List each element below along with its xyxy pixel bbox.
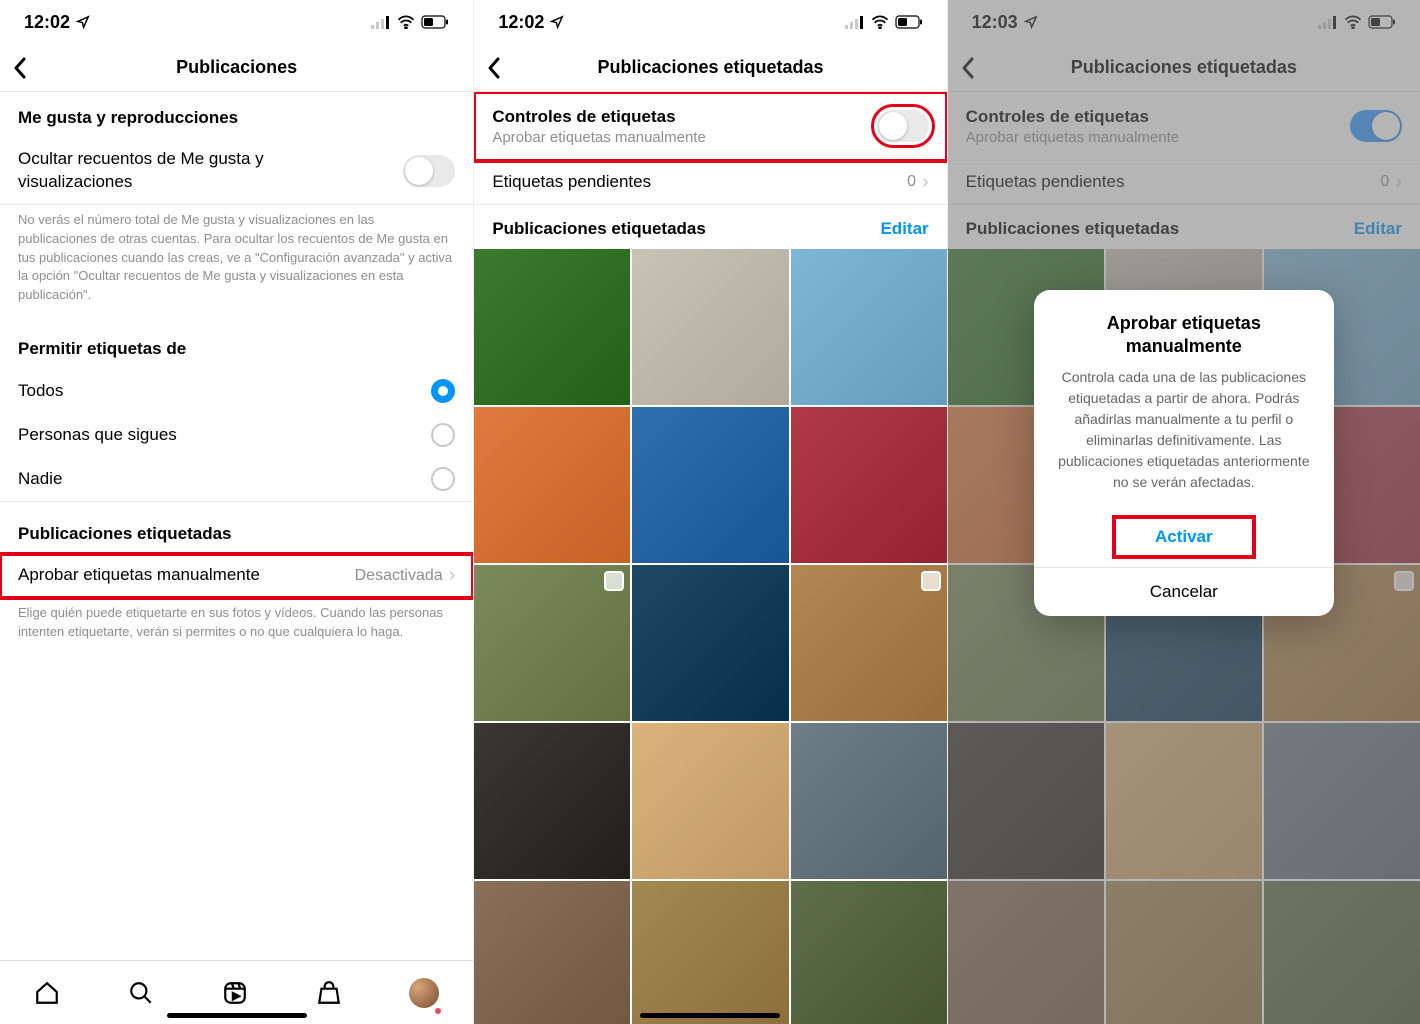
status-time: 12:02 bbox=[498, 12, 544, 33]
photo-tile[interactable] bbox=[791, 565, 947, 721]
photo-tile[interactable] bbox=[632, 565, 788, 721]
photo-tile[interactable] bbox=[791, 249, 947, 405]
photo-tile[interactable] bbox=[632, 407, 788, 563]
radio-none[interactable] bbox=[431, 467, 455, 491]
pane-3-dialog: 12:03 Publicaciones etiquetadas Controle… bbox=[947, 0, 1420, 1024]
section-tagged-header: Publicaciones etiquetadas bbox=[0, 502, 473, 554]
photo-tile[interactable] bbox=[474, 565, 630, 721]
multi-select-icon bbox=[604, 571, 624, 591]
controls-sub: Aprobar etiquetas manualmente bbox=[492, 129, 705, 146]
tab-profile[interactable] bbox=[409, 978, 439, 1008]
status-bar: 12:02 bbox=[474, 0, 946, 44]
approve-label: Aprobar etiquetas manualmente bbox=[18, 564, 260, 587]
radio-row-following[interactable]: Personas que sigues bbox=[0, 413, 473, 457]
photo-tile[interactable] bbox=[632, 723, 788, 879]
avatar bbox=[409, 978, 439, 1008]
radio-none-label: Nadie bbox=[18, 468, 62, 491]
tab-reels[interactable] bbox=[222, 980, 248, 1006]
radio-row-all[interactable]: Todos bbox=[0, 369, 473, 413]
page-title: Publicaciones etiquetadas bbox=[597, 57, 823, 78]
row-hide-counts[interactable]: Ocultar recuentos de Me gusta y visualiz… bbox=[0, 138, 473, 205]
edit-button[interactable]: Editar bbox=[880, 219, 928, 239]
approve-value: Desactivada bbox=[355, 567, 443, 585]
controls-title: Controles de etiquetas bbox=[492, 106, 705, 129]
home-indicator[interactable] bbox=[640, 1013, 780, 1018]
hide-counts-label: Ocultar recuentos de Me gusta y visualiz… bbox=[18, 148, 318, 194]
dialog-activate-button[interactable]: Activar bbox=[1110, 513, 1258, 561]
row-tag-controls[interactable]: Controles de etiquetas Aprobar etiquetas… bbox=[474, 92, 946, 161]
navbar: Publicaciones etiquetadas bbox=[474, 44, 946, 92]
battery-icon bbox=[895, 15, 923, 29]
dialog-body: Controla cada una de las publicaciones e… bbox=[1034, 367, 1334, 513]
approve-toggle-off[interactable] bbox=[877, 110, 929, 142]
location-icon bbox=[76, 15, 90, 29]
tab-search[interactable] bbox=[128, 980, 154, 1006]
navbar: Publicaciones bbox=[0, 44, 473, 92]
page-title: Publicaciones bbox=[176, 57, 297, 78]
tab-shop[interactable] bbox=[316, 980, 342, 1006]
tab-home[interactable] bbox=[34, 980, 60, 1006]
photo-tile[interactable] bbox=[791, 723, 947, 879]
approve-dialog: Aprobar etiquetas manualmente Controla c… bbox=[1034, 290, 1334, 616]
tag-note: Elige quién puede etiquetarte en sus fot… bbox=[0, 598, 473, 658]
status-bar: 12:02 bbox=[0, 0, 473, 44]
tagged-header-row: Publicaciones etiquetadas Editar bbox=[474, 205, 946, 249]
back-button[interactable] bbox=[12, 56, 28, 80]
photo-tile[interactable] bbox=[791, 407, 947, 563]
home-indicator[interactable] bbox=[167, 1013, 307, 1018]
hide-counts-note: No verás el número total de Me gusta y v… bbox=[0, 205, 473, 321]
photo-tile[interactable] bbox=[474, 723, 630, 879]
pane-1-publicaciones: 12:02 Publicaciones Me gusta y reproducc… bbox=[0, 0, 473, 1024]
pending-value: 0 bbox=[907, 173, 916, 191]
tagged-photo-grid[interactable] bbox=[474, 249, 946, 1024]
multi-select-icon bbox=[921, 571, 941, 591]
dialog-cancel-button[interactable]: Cancelar bbox=[1034, 567, 1334, 616]
back-button[interactable] bbox=[486, 56, 502, 80]
dialog-title: Aprobar etiquetas manualmente bbox=[1034, 290, 1334, 367]
radio-all[interactable] bbox=[431, 379, 455, 403]
pane2-content: Controles de etiquetas Aprobar etiquetas… bbox=[474, 92, 946, 1024]
pending-label: Etiquetas pendientes bbox=[492, 171, 651, 194]
pane-2-tagged: 12:02 Publicaciones etiquetadas Controle… bbox=[473, 0, 946, 1024]
photo-tile[interactable] bbox=[474, 881, 630, 1024]
photo-tile[interactable] bbox=[791, 881, 947, 1024]
tagged-header: Publicaciones etiquetadas bbox=[492, 219, 706, 239]
wifi-icon bbox=[871, 15, 889, 29]
row-pending-tags[interactable]: Etiquetas pendientes 0 › bbox=[474, 161, 946, 205]
battery-icon bbox=[421, 15, 449, 29]
radio-following[interactable] bbox=[431, 423, 455, 447]
hide-counts-toggle[interactable] bbox=[403, 155, 455, 187]
radio-row-none[interactable]: Nadie bbox=[0, 457, 473, 502]
section-likes-header: Me gusta y reproducciones bbox=[0, 92, 473, 138]
radio-all-label: Todos bbox=[18, 380, 63, 403]
photo-tile[interactable] bbox=[474, 249, 630, 405]
photo-tile[interactable] bbox=[474, 407, 630, 563]
signal-icon bbox=[845, 15, 865, 29]
signal-icon bbox=[371, 15, 391, 29]
chevron-right-icon: › bbox=[922, 171, 929, 194]
row-approve-manual[interactable]: Aprobar etiquetas manualmente Desactivad… bbox=[0, 554, 473, 598]
section-allow-tags: Permitir etiquetas de bbox=[0, 321, 473, 369]
wifi-icon bbox=[397, 15, 415, 29]
pane1-content: Me gusta y reproducciones Ocultar recuen… bbox=[0, 92, 473, 960]
location-icon bbox=[550, 15, 564, 29]
photo-tile[interactable] bbox=[632, 881, 788, 1024]
photo-tile[interactable] bbox=[632, 249, 788, 405]
status-time: 12:02 bbox=[24, 12, 70, 33]
chevron-right-icon: › bbox=[449, 564, 456, 587]
radio-follow-label: Personas que sigues bbox=[18, 424, 177, 447]
